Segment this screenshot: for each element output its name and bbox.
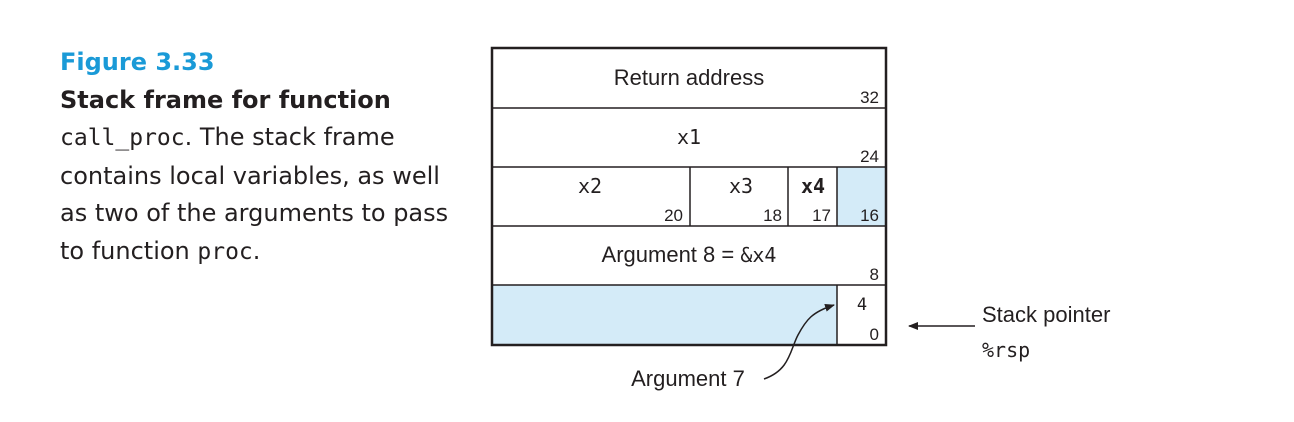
argument-8-label: Argument 8 = &x4	[602, 242, 777, 267]
offset-17: 17	[812, 206, 831, 225]
offset-20: 20	[664, 206, 683, 225]
x1-label: x1	[677, 125, 701, 149]
argument-8-text: Argument 8 =	[602, 242, 741, 267]
stack-frame-diagram: Return address 32 x1 24 x2 20 x3 18 x4 1…	[490, 46, 1110, 391]
offset-4: 4	[857, 295, 867, 315]
offset-24: 24	[860, 147, 879, 166]
x2-label: x2	[578, 174, 602, 198]
x3-label: x3	[729, 174, 753, 198]
rsp-label: %rsp	[982, 338, 1030, 362]
argument-7-cell	[492, 285, 837, 345]
offset-32: 32	[860, 88, 879, 107]
x4-label: x4	[801, 174, 825, 198]
offset-8: 8	[870, 265, 879, 284]
stack-pointer-label: Stack pointer	[982, 302, 1110, 327]
return-address-label: Return address	[614, 65, 764, 90]
argument-7-label: Argument 7	[631, 366, 745, 391]
offset-16: 16	[860, 206, 879, 225]
argument-8-value: &x4	[740, 243, 776, 267]
offset-0: 0	[870, 325, 879, 344]
offset-18: 18	[763, 206, 782, 225]
